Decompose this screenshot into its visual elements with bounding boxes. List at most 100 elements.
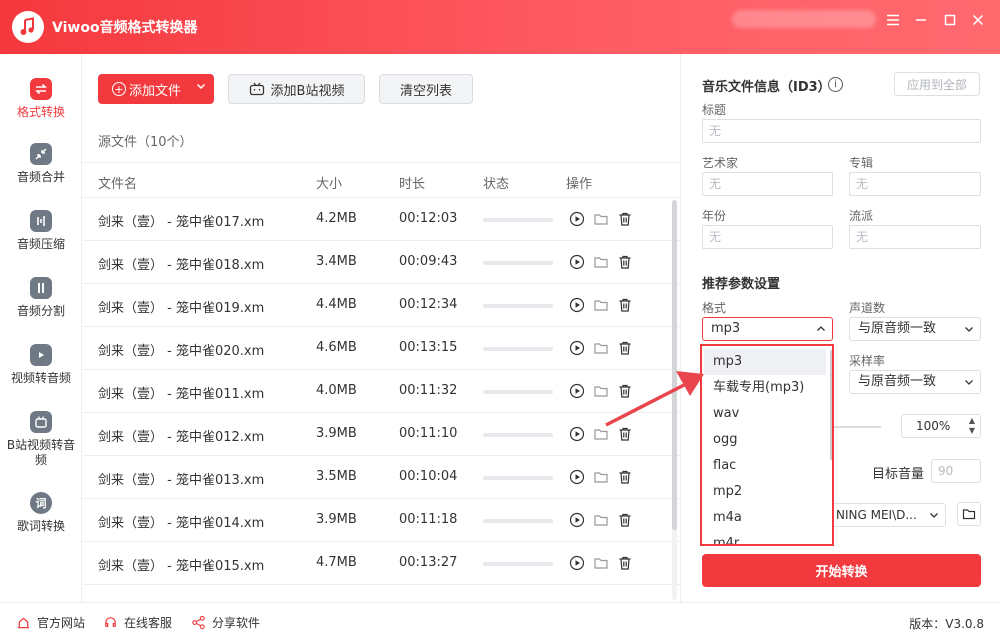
- table-row[interactable]: 剑来（壹） - 笼中雀014.xm 3.9MB 00:11:18: [82, 499, 680, 542]
- table-row[interactable]: 剑来（壹） - 笼中雀020.xm 4.6MB 00:13:15: [82, 327, 680, 370]
- folder-icon[interactable]: [592, 339, 610, 357]
- file-list-panel: + 添加文件 添加B站视频 清空列表 源文件（10个） 文件名 大小 时长 状态…: [82, 54, 680, 602]
- format-option[interactable]: wav: [704, 401, 826, 427]
- user-account-area[interactable]: [732, 10, 876, 28]
- sidebar-item-audio-compress[interactable]: 音频压缩: [0, 210, 82, 270]
- folder-icon[interactable]: [592, 554, 610, 572]
- format-option[interactable]: 车载专用(mp3): [704, 375, 826, 401]
- file-size: 4.2MB: [316, 211, 357, 226]
- app-logo-icon: [12, 11, 44, 43]
- play-icon[interactable]: [568, 554, 586, 572]
- maximize-icon[interactable]: [939, 10, 961, 30]
- share-software-link[interactable]: 分享软件: [191, 614, 260, 631]
- chevron-down-icon: [964, 371, 974, 395]
- table-row[interactable]: 剑来（壹） - 笼中雀017.xm 4.2MB 00:12:03: [82, 198, 680, 241]
- folder-icon[interactable]: [592, 468, 610, 486]
- column-header-ops: 操作: [566, 177, 593, 192]
- dropdown-scrollbar[interactable]: [830, 350, 832, 460]
- add-bilibili-video-button[interactable]: 添加B站视频: [228, 74, 365, 104]
- status-progress-bar: [483, 433, 553, 437]
- volume-percent-stepper[interactable]: 100% ▲ ▼: [901, 414, 981, 438]
- title-field[interactable]: 无: [702, 119, 981, 143]
- file-name: 剑来（壹） - 笼中雀014.xm: [98, 516, 265, 531]
- play-icon[interactable]: [568, 296, 586, 314]
- apply-to-all-button[interactable]: 应用到全部: [894, 72, 980, 96]
- table-row[interactable]: 剑来（壹） - 笼中雀018.xm 3.4MB 00:09:43: [82, 241, 680, 284]
- file-size: 3.9MB: [316, 512, 357, 527]
- genre-field[interactable]: 无: [849, 225, 981, 249]
- online-support-link[interactable]: 在线客服: [103, 614, 172, 631]
- play-icon[interactable]: [568, 382, 586, 400]
- table-row[interactable]: 剑来（壹） - 笼中雀019.xm 4.4MB 00:12:34: [82, 284, 680, 327]
- delete-icon[interactable]: [616, 210, 634, 228]
- sidebar-item-video-to-audio[interactable]: 视频转音频: [0, 344, 82, 404]
- table-row[interactable]: 剑来（壹） - 笼中雀015.xm 4.7MB 00:13:27: [82, 542, 680, 585]
- folder-icon[interactable]: [592, 511, 610, 529]
- compress-icon: [30, 210, 52, 232]
- format-select[interactable]: mp3: [702, 317, 833, 341]
- start-convert-button[interactable]: 开始转换: [702, 554, 981, 587]
- output-path-select[interactable]: NING MEI\D...: [831, 503, 946, 527]
- sidebar-item-format-convert[interactable]: 格式转换: [0, 78, 82, 138]
- play-icon[interactable]: [568, 253, 586, 271]
- delete-icon[interactable]: [616, 296, 634, 314]
- format-option[interactable]: flac: [704, 453, 826, 479]
- table-row[interactable]: 剑来（壹） - 笼中雀011.xm 4.0MB 00:11:32: [82, 370, 680, 413]
- play-icon[interactable]: [568, 425, 586, 443]
- album-field[interactable]: 无: [849, 172, 981, 196]
- format-option[interactable]: m4a: [704, 505, 826, 531]
- file-size: 3.4MB: [316, 254, 357, 269]
- table-row[interactable]: 剑来（壹） - 笼中雀013.xm 3.5MB 00:10:04: [82, 456, 680, 499]
- format-option[interactable]: m4r: [704, 531, 826, 544]
- play-icon[interactable]: [568, 511, 586, 529]
- output-path-value: NING MEI\D...: [836, 508, 917, 522]
- sidebar-item-audio-merge[interactable]: 音频合并: [0, 143, 82, 203]
- format-option[interactable]: mp3: [704, 349, 826, 375]
- scrollbar-thumb[interactable]: [672, 200, 677, 530]
- delete-icon[interactable]: [616, 382, 634, 400]
- file-duration: 00:13:15: [399, 340, 458, 355]
- table-row[interactable]: 剑来（壹） - 笼中雀012.xm 3.9MB 00:11:10: [82, 413, 680, 456]
- stepper-arrows-icon[interactable]: ▲ ▼: [969, 416, 975, 436]
- add-file-button[interactable]: + 添加文件: [98, 74, 214, 104]
- play-icon[interactable]: [568, 210, 586, 228]
- year-field[interactable]: 无: [702, 225, 833, 249]
- source-file-count: 源文件（10个）: [98, 135, 193, 150]
- play-icon[interactable]: [568, 339, 586, 357]
- sidebar-item-bilibili-to-audio[interactable]: B站视频转音频: [0, 411, 82, 471]
- close-icon[interactable]: [967, 10, 989, 30]
- folder-icon[interactable]: [592, 253, 610, 271]
- delete-icon[interactable]: [616, 253, 634, 271]
- sidebar-item-lyrics-convert[interactable]: 词 歌词转换: [0, 492, 82, 552]
- merge-icon: [30, 143, 52, 165]
- folder-icon[interactable]: [592, 210, 610, 228]
- file-name: 剑来（壹） - 笼中雀013.xm: [98, 473, 265, 488]
- samplerate-select[interactable]: 与原音频一致: [849, 370, 981, 394]
- chevron-down-icon[interactable]: [196, 81, 206, 94]
- target-volume-field[interactable]: 90: [931, 459, 981, 483]
- play-icon[interactable]: [568, 468, 586, 486]
- file-duration: 00:11:10: [399, 426, 458, 441]
- folder-icon[interactable]: [592, 296, 610, 314]
- format-option[interactable]: ogg: [704, 427, 826, 453]
- official-website-link[interactable]: 官方网站: [16, 614, 85, 631]
- format-option[interactable]: mp2: [704, 479, 826, 505]
- delete-icon[interactable]: [616, 511, 634, 529]
- file-duration: 00:10:04: [399, 469, 458, 484]
- artist-field[interactable]: 无: [702, 172, 833, 196]
- channels-select[interactable]: 与原音频一致: [849, 317, 981, 341]
- menu-icon[interactable]: [882, 10, 904, 30]
- file-duration: 00:11:18: [399, 512, 458, 527]
- info-icon[interactable]: i: [828, 77, 843, 92]
- open-folder-button[interactable]: [957, 502, 981, 526]
- minimize-icon[interactable]: [910, 10, 932, 30]
- delete-icon[interactable]: [616, 425, 634, 443]
- folder-icon[interactable]: [592, 382, 610, 400]
- delete-icon[interactable]: [616, 468, 634, 486]
- clear-list-button[interactable]: 清空列表: [379, 74, 473, 104]
- folder-icon[interactable]: [592, 425, 610, 443]
- delete-icon[interactable]: [616, 339, 634, 357]
- delete-icon[interactable]: [616, 554, 634, 572]
- volume-slider[interactable]: [831, 426, 881, 428]
- sidebar-item-audio-split[interactable]: 音频分割: [0, 277, 82, 337]
